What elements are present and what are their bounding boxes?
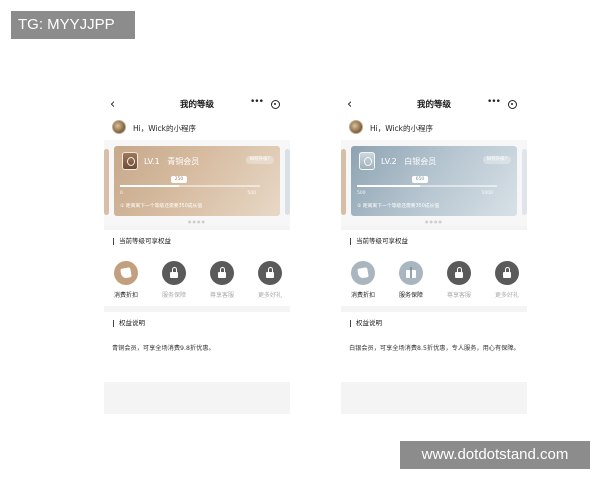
how-to-upgrade-button[interactable]: 如何升级? bbox=[482, 156, 511, 164]
level-badge-icon bbox=[122, 152, 138, 170]
more-dots-icon[interactable]: ••• bbox=[250, 97, 264, 107]
more-dots-icon[interactable]: ••• bbox=[487, 97, 501, 107]
card-carousel[interactable]: LV.2 白银会员 如何升级? 650 500 1000 ① 距离离下一个等级还… bbox=[341, 140, 527, 226]
progress-max: 500 bbox=[247, 191, 256, 196]
lock-icon bbox=[447, 261, 471, 285]
lock-icon bbox=[258, 261, 282, 285]
progress-fill bbox=[357, 185, 420, 187]
discount-tag-icon bbox=[351, 261, 375, 285]
progress-max: 1000 bbox=[481, 191, 493, 196]
lock-icon bbox=[162, 261, 186, 285]
level-card: LV.2 白银会员 如何升级? 650 500 1000 ① 距离离下一个等级还… bbox=[351, 146, 517, 216]
user-row: Hi，Wick的小程序 bbox=[341, 116, 527, 140]
upgrade-message: ① 距离离下一个等级还需要350成长值 bbox=[357, 204, 440, 209]
greeting: Hi，Wick的小程序 bbox=[370, 124, 434, 133]
nav-bar: ‹ 我的等级 ••• bbox=[104, 94, 290, 116]
benefit-item[interactable]: 消费折扣 bbox=[348, 261, 378, 299]
benefits-title: 当前等级可享权益 bbox=[113, 238, 171, 245]
progress-track bbox=[120, 185, 260, 187]
description-title: 权益说明 bbox=[113, 320, 145, 327]
prev-card-peek[interactable] bbox=[104, 149, 109, 215]
benefit-label: 更多好礼 bbox=[494, 292, 519, 299]
progress-track bbox=[357, 185, 497, 187]
phone-screen: ‹ 我的等级 ••• Hi，Wick的小程序 LV.1 青铜会员 如何升级? 2… bbox=[104, 94, 290, 414]
lock-icon bbox=[495, 261, 519, 285]
description-text: 白银会员，可享全场消费8.5折优惠，专人服务，用心有保障。 bbox=[349, 345, 520, 352]
card-carousel[interactable]: LV.1 青铜会员 如何升级? 250 0 500 ① 距离离下一个等级还需要3… bbox=[104, 140, 290, 226]
benefit-item[interactable]: 服务保障 bbox=[396, 261, 426, 299]
carousel-dots: ●●●● bbox=[425, 219, 443, 224]
watermark-top-left: TG: MYYJJPP bbox=[11, 11, 135, 39]
progress-min: 0 bbox=[120, 191, 123, 196]
discount-tag-icon bbox=[114, 261, 138, 285]
user-row: Hi，Wick的小程序 bbox=[104, 116, 290, 140]
benefits-section: 当前等级可享权益 消费折扣 服务保障 尊享客服 更多好礼 bbox=[104, 230, 290, 306]
benefit-item[interactable]: 尊享客服 bbox=[207, 261, 237, 299]
progress-min: 500 bbox=[357, 191, 366, 196]
benefit-label: 更多好礼 bbox=[257, 292, 282, 299]
benefit-item[interactable]: 服务保障 bbox=[159, 261, 189, 299]
benefits-title: 当前等级可享权益 bbox=[350, 238, 408, 245]
description-text: 青铜会员，可享全场消费9.8折优惠。 bbox=[112, 345, 215, 352]
progress-value-tip: 650 bbox=[412, 176, 428, 183]
benefit-label: 尊享客服 bbox=[446, 292, 471, 299]
lock-icon bbox=[210, 261, 234, 285]
benefit-item[interactable]: 更多好礼 bbox=[255, 261, 285, 299]
benefit-label: 消费折扣 bbox=[350, 292, 375, 299]
next-card-peek[interactable] bbox=[522, 149, 527, 215]
prev-card-peek[interactable] bbox=[341, 149, 346, 215]
avatar[interactable] bbox=[349, 120, 363, 134]
upgrade-message: ① 距离离下一个等级还需要350成长值 bbox=[120, 204, 203, 209]
progress-value-tip: 250 bbox=[171, 176, 187, 183]
benefits-section: 当前等级可享权益 消费折扣 服务保障 尊享客服 更多好礼 bbox=[341, 230, 527, 306]
benefit-label: 服务保障 bbox=[161, 292, 186, 299]
level-badge-icon bbox=[359, 152, 375, 170]
next-card-peek[interactable] bbox=[285, 149, 290, 215]
progress-fill bbox=[120, 185, 179, 187]
description-title: 权益说明 bbox=[350, 320, 382, 327]
avatar[interactable] bbox=[112, 120, 126, 134]
benefit-item[interactable]: 更多好礼 bbox=[492, 261, 522, 299]
greeting: Hi，Wick的小程序 bbox=[133, 124, 197, 133]
benefit-label: 服务保障 bbox=[398, 292, 423, 299]
description-section: 权益说明 青铜会员，可享全场消费9.8折优惠。 bbox=[104, 312, 290, 382]
level-label: LV.1 青铜会员 bbox=[144, 157, 200, 166]
nav-bar: ‹ 我的等级 ••• bbox=[341, 94, 527, 116]
watermark-bottom-right: www.dotdotstand.com bbox=[400, 441, 590, 469]
carousel-dots: ●●●● bbox=[188, 219, 206, 224]
page: TG: MYYJJPP www.dotdotstand.com ‹ 我的等级 •… bbox=[0, 0, 600, 480]
benefit-label: 消费折扣 bbox=[113, 292, 138, 299]
target-icon[interactable] bbox=[508, 100, 517, 109]
benefit-item[interactable]: 尊享客服 bbox=[444, 261, 474, 299]
gift-box-icon bbox=[399, 261, 423, 285]
description-section: 权益说明 白银会员，可享全场消费8.5折优惠，专人服务，用心有保障。 bbox=[341, 312, 527, 382]
phone-screen: ‹ 我的等级 ••• Hi，Wick的小程序 LV.2 白银会员 如何升级? 6… bbox=[341, 94, 527, 414]
level-label: LV.2 白银会员 bbox=[381, 157, 437, 166]
how-to-upgrade-button[interactable]: 如何升级? bbox=[245, 156, 274, 164]
benefit-label: 尊享客服 bbox=[209, 292, 234, 299]
target-icon[interactable] bbox=[271, 100, 280, 109]
level-card: LV.1 青铜会员 如何升级? 250 0 500 ① 距离离下一个等级还需要3… bbox=[114, 146, 280, 216]
benefit-item[interactable]: 消费折扣 bbox=[111, 261, 141, 299]
